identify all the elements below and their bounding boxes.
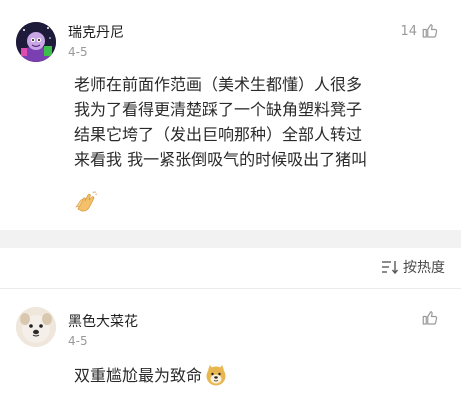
cartoon-character-avatar-icon (16, 22, 56, 62)
clapping-hands-emoji-icon (75, 191, 98, 212)
thumbs-up-icon (422, 311, 438, 325)
avatar[interactable] (16, 307, 56, 347)
comment-text-line: 我为了看得更清楚踩了一个缺角塑料凳子 (74, 100, 363, 119)
comment-username[interactable]: 黑色大菜花 (68, 311, 138, 331)
thumbs-up-icon (422, 24, 438, 38)
comment-item: 黑色大菜花 4-5 双重尴尬最为致命 (0, 300, 461, 405)
like-button[interactable] (421, 309, 439, 327)
avatar[interactable] (16, 22, 56, 62)
comment-text: 老师在前面作范画（美术生都懂）人很多 我为了看得更清楚踩了一个缺角塑料凳子 结果… (74, 72, 454, 172)
sort-label: 按热度 (403, 260, 445, 276)
like-button[interactable]: 14 (400, 22, 439, 40)
sort-icon (382, 261, 399, 275)
sort-by-hot-button[interactable]: 按热度 (381, 257, 445, 277)
comment-date: 4-5 (68, 45, 88, 59)
dog-avatar-icon (16, 307, 56, 347)
comment-date: 4-5 (68, 334, 88, 348)
comment-text-line: 来看我 我一紧张倒吸气的时候吸出了猪叫 (74, 150, 368, 169)
comment-text: 双重尴尬最为致命 (74, 363, 454, 388)
doge-emoji-icon (206, 365, 226, 386)
section-divider (0, 230, 461, 248)
divider (0, 288, 461, 289)
comment-text-line: 老师在前面作范画（美术生都懂）人很多 (74, 75, 363, 94)
comment-username[interactable]: 瑞克丹尼 (68, 22, 124, 42)
comment-text-line: 结果它垮了（发出巨响那种）全部人转过 (74, 125, 363, 144)
comment-text-content: 双重尴尬最为致命 (74, 366, 203, 385)
like-count: 14 (400, 23, 417, 39)
comment-item: 瑞克丹尼 4-5 14 老师在前面作范画（美术生都懂）人很多 我为了看得更清楚踩… (0, 0, 461, 230)
sort-bar: 按热度 (0, 248, 461, 288)
